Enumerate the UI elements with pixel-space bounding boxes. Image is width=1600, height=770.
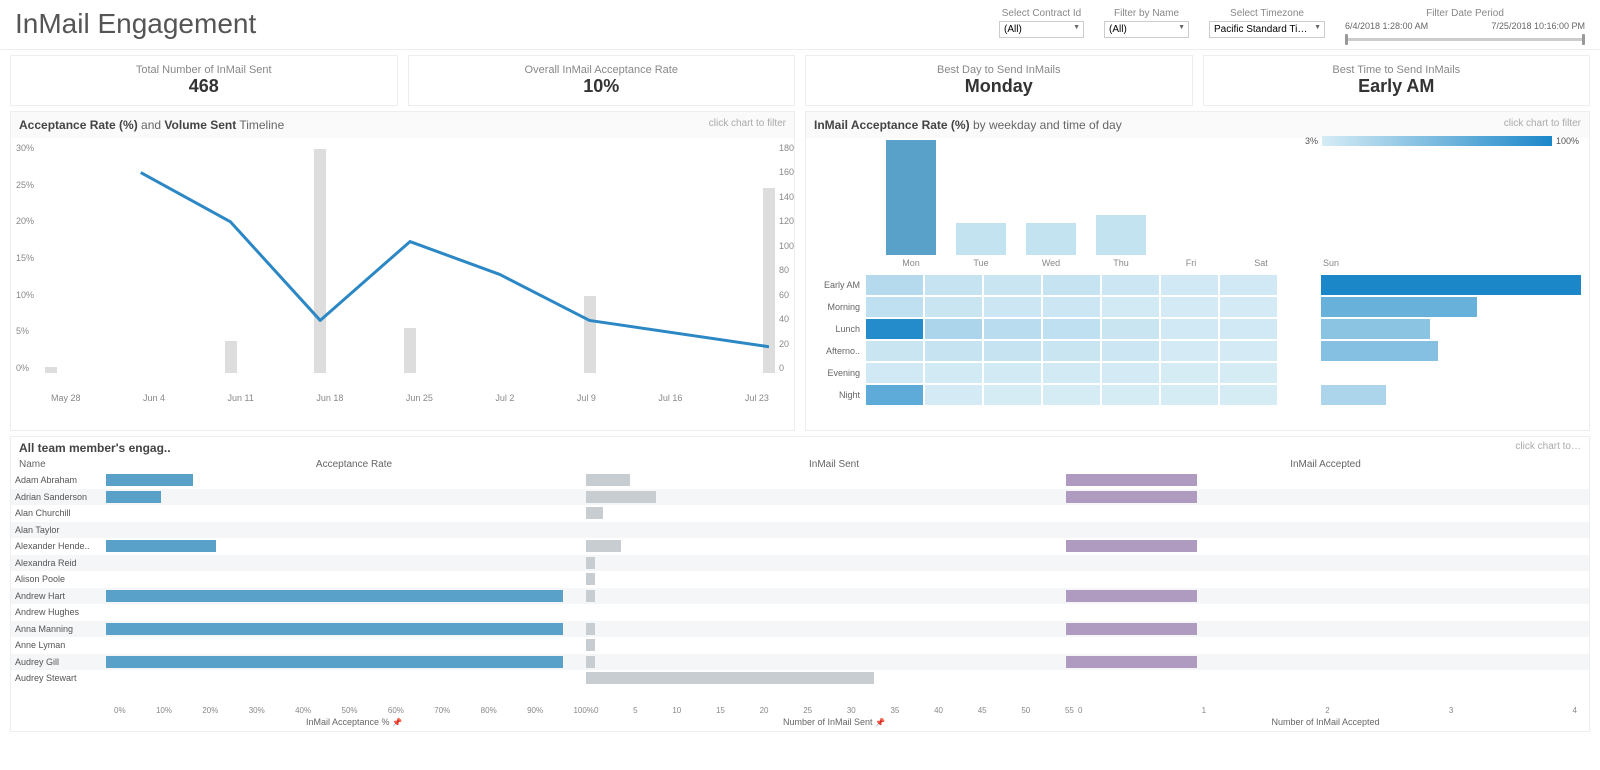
col-acceptance: Acceptance Rate (114, 459, 594, 470)
axis-label-sent: Number of InMail Sent 📌 (594, 717, 1074, 727)
table-row[interactable]: Alan Taylor (11, 522, 1589, 539)
kpi-total-sent: Total Number of InMail Sent 468 (10, 55, 398, 106)
filter-bar: Select Contract Id (All) Filter by Name … (999, 8, 1585, 41)
kpi-value: Early AM (1212, 76, 1582, 97)
date-range-slider[interactable] (1345, 38, 1585, 41)
col-sent: InMail Sent (594, 459, 1074, 470)
heatmap-legend: 3% 100% (1305, 136, 1579, 146)
contract-filter-label: Select Contract Id (999, 8, 1084, 19)
heatmap-hint: click chart to filter (1504, 118, 1581, 132)
timeline-chart[interactable]: 0%5%10%15%20%25%30% 02040608010012014016… (51, 143, 769, 413)
kpi-best-day: Best Day to Send InMails Monday (805, 55, 1193, 106)
kpi-label: Overall InMail Acceptance Rate (417, 64, 787, 76)
heatmap-panel[interactable]: InMail Acceptance Rate (%) by weekday an… (805, 111, 1590, 431)
timeline-hint: click chart to filter (709, 118, 786, 132)
col-name: Name (19, 459, 114, 470)
kpi-acceptance-rate: Overall InMail Acceptance Rate 10% (408, 55, 796, 106)
kpi-label: Best Day to Send InMails (814, 64, 1184, 76)
kpi-value: Monday (814, 76, 1184, 97)
timeline-panel[interactable]: Acceptance Rate (%) and Volume Sent Time… (10, 111, 795, 431)
team-table-title: All team member's engag.. (19, 441, 171, 455)
pin-icon: 📌 (392, 718, 402, 727)
kpi-best-time: Best Time to Send InMails Early AM (1203, 55, 1591, 106)
axis-label-accepted: Number of InMail Accepted (1074, 717, 1577, 727)
table-row[interactable]: Adam Abraham (11, 472, 1589, 489)
kpi-value: 468 (19, 76, 389, 97)
kpi-label: Total Number of InMail Sent (19, 64, 389, 76)
table-row[interactable]: Audrey Gill (11, 654, 1589, 671)
table-row[interactable]: Alison Poole (11, 571, 1589, 588)
contract-filter-select[interactable]: (All) (999, 21, 1084, 38)
team-table-panel: All team member's engag.. click chart to… (10, 436, 1590, 732)
table-row[interactable]: Anne Lyman (11, 637, 1589, 654)
timezone-filter-label: Select Timezone (1209, 8, 1325, 19)
table-row[interactable]: Andrew Hughes (11, 604, 1589, 621)
team-table-rows[interactable]: Adam AbrahamAdrian SandersonAlan Churchi… (11, 472, 1589, 704)
table-row[interactable]: Alan Churchill (11, 505, 1589, 522)
name-filter-label: Filter by Name (1104, 8, 1189, 19)
heatmap-title: InMail Acceptance Rate (%) by weekday an… (814, 118, 1122, 132)
table-row[interactable]: Alexandra Reid (11, 555, 1589, 572)
table-row[interactable]: Adrian Sanderson (11, 489, 1589, 506)
axis-label-acceptance: InMail Acceptance % 📌 (114, 717, 594, 727)
table-row[interactable]: Audrey Stewart (11, 670, 1589, 687)
timeline-title: Acceptance Rate (%) and Volume Sent Time… (19, 118, 284, 132)
pin-icon: 📌 (875, 718, 885, 727)
timezone-filter-select[interactable]: Pacific Standard Ti… (1209, 21, 1325, 38)
table-row[interactable]: Andrew Hart (11, 588, 1589, 605)
page-title: InMail Engagement (15, 8, 256, 40)
col-accepted: InMail Accepted (1074, 459, 1577, 470)
table-row[interactable]: Anna Manning (11, 621, 1589, 638)
date-to: 7/25/2018 10:16:00 PM (1491, 21, 1585, 31)
name-filter-select[interactable]: (All) (1104, 21, 1189, 38)
date-from: 6/4/2018 1:28:00 AM (1345, 21, 1428, 31)
date-filter-label: Filter Date Period (1345, 8, 1585, 19)
team-table-hint: click chart to… (1515, 441, 1581, 455)
table-row[interactable]: Alexander Hende.. (11, 538, 1589, 555)
kpi-label: Best Time to Send InMails (1212, 64, 1582, 76)
kpi-value: 10% (417, 76, 787, 97)
